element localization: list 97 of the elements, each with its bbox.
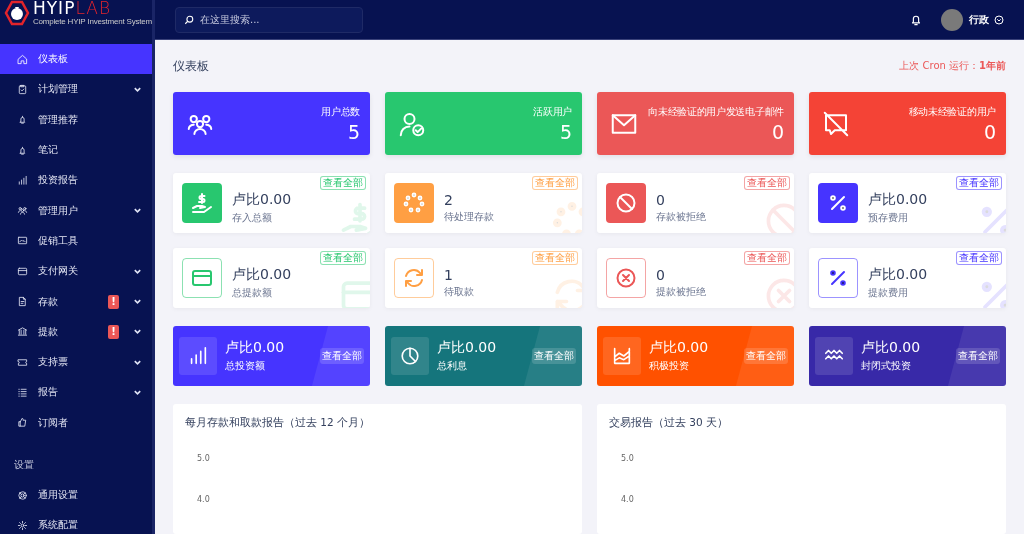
sidebar-item[interactable]: 支持票 (0, 346, 152, 378)
sidebar-item[interactable]: 通用设置 (0, 479, 152, 511)
widget-value: 卢比0.00 (868, 191, 928, 209)
sidebar-item[interactable]: 报告 (0, 377, 152, 408)
widget-value: 卢比0.00 (868, 266, 928, 284)
sidebar-item[interactable]: 管理推荐 (0, 104, 152, 135)
view-all-button[interactable]: 查看全部 (956, 348, 1000, 364)
x-circle-icon (614, 266, 638, 290)
sidebar-item[interactable]: 订阅者 (0, 407, 152, 438)
investment-value: 卢比0.00 (437, 339, 497, 357)
dropdown-icon[interactable] (994, 14, 1004, 25)
widget-value: 卢比0.00 (232, 266, 292, 284)
widget-value: 2 (444, 192, 454, 208)
axis-tick: 5.0 (197, 454, 210, 463)
bank-icon (17, 326, 28, 338)
alert-badge: ! (108, 294, 119, 309)
sidebar-item[interactable]: 支付网关 (0, 256, 152, 287)
sidebar-item[interactable]: 仪表板 (0, 44, 152, 75)
widget-label: 存款被拒绝 (656, 210, 706, 224)
home-icon (17, 53, 28, 65)
investment-label: 总利息 (437, 359, 468, 373)
document-icon (17, 296, 28, 307)
view-all-link[interactable]: 查看全部 (956, 251, 1002, 265)
image-icon (17, 235, 28, 247)
report-title: 交易报告（过去 30 天） (609, 416, 730, 430)
search-field[interactable]: 在这里搜索... (175, 6, 363, 33)
sidebar-item[interactable]: 存款 ! (0, 286, 152, 317)
cron-status: 上次 Cron 运行：1年前 (899, 59, 1006, 73)
stat-value: 5 (347, 123, 360, 142)
widget-label: 提款被拒绝 (656, 285, 706, 299)
spinner-icon (402, 191, 426, 215)
widget-label: 提款费用 (868, 286, 909, 300)
stat-value: 0 (771, 123, 784, 142)
pie-chart-icon (399, 345, 421, 367)
view-all-link[interactable]: 查看全部 (744, 251, 790, 265)
avatar[interactable] (941, 8, 963, 31)
stat-label: 移动未经验证的用户 (908, 105, 996, 119)
investment-value: 卢比0.00 (861, 339, 921, 357)
bell-icon (17, 144, 28, 156)
user-name[interactable]: 行政 (969, 12, 989, 27)
lifebuoy-icon (17, 489, 28, 501)
widget-label: 待取款 (444, 285, 474, 299)
prohibited-icon (614, 191, 638, 215)
widget-value: 0 (656, 192, 666, 208)
stat-card[interactable]: 移动未经验证的用户 0 (809, 92, 1006, 155)
axis-tick: 5.0 (621, 454, 634, 463)
sidebar-item[interactable]: 管理用户 (0, 195, 152, 226)
thumbs-up-icon (17, 417, 28, 429)
gear-icon (17, 519, 28, 531)
widget-label: 存入总额 (232, 211, 273, 225)
sync-icon (402, 266, 426, 290)
stat-card[interactable]: 向未经验证的用户发送电子邮件 0 (597, 92, 794, 155)
alert-badge: ! (108, 324, 119, 339)
axis-tick: 4.0 (197, 495, 210, 504)
widget-label: 总提款额 (232, 286, 273, 300)
widget-value: 1 (444, 267, 454, 283)
logo-icon (4, 0, 30, 26)
ticket-icon (17, 356, 28, 368)
stat-label: 活跃用户 (533, 105, 572, 119)
investment-label: 总投资额 (225, 359, 266, 373)
sidebar-item[interactable]: 投资报告 (0, 165, 152, 196)
sidebar-item[interactable]: 笔记 (0, 134, 152, 166)
investment-label: 封闭式投资 (861, 359, 912, 373)
axis-tick: 4.0 (621, 495, 634, 504)
bar-chart-icon (17, 174, 28, 186)
widget-label: 预存费用 (868, 211, 909, 225)
sidebar-item[interactable]: 系统配置 (0, 510, 152, 534)
card-icon (17, 265, 28, 277)
area-chart-icon (611, 345, 633, 367)
view-all-button[interactable]: 查看全部 (320, 348, 364, 364)
page-title: 仪表板 (173, 57, 209, 75)
stat-label: 用户总数 (321, 105, 360, 119)
view-all-link[interactable]: 查看全部 (744, 176, 790, 190)
widget-value: 卢比0.00 (232, 191, 292, 209)
sidebar-item[interactable]: 促销工具 (0, 225, 152, 257)
view-all-link[interactable]: 查看全部 (956, 176, 1002, 190)
investment-value: 卢比0.00 (649, 339, 709, 357)
logo-text: HYIPLAB (32, 0, 112, 17)
money-hand-icon (190, 191, 214, 215)
investment-label: 积极投资 (649, 359, 690, 373)
sidebar-item[interactable]: 计划管理 (0, 74, 152, 105)
bell-icon (17, 114, 28, 126)
stat-value: 0 (983, 123, 996, 142)
sidebar-item[interactable]: 提款 ! (0, 316, 152, 347)
stat-value: 5 (559, 123, 572, 142)
stat-label: 向未经验证的用户发送电子邮件 (648, 105, 784, 119)
report-title: 每月存款和取款报告（过去 12 个月） (185, 416, 372, 430)
view-all-button[interactable]: 查看全部 (532, 348, 576, 364)
logo-tagline: Complete HYIP Investment System (32, 17, 152, 26)
list-icon (17, 386, 28, 398)
widget-label: 待处理存款 (444, 210, 494, 224)
investment-value: 卢比0.00 (225, 339, 285, 357)
clipboard-icon (17, 83, 28, 95)
section-heading: 设置 (13, 457, 35, 472)
widget-value: 0 (656, 267, 666, 283)
search-icon (184, 14, 194, 25)
stat-card[interactable]: 用户总数 5 (173, 92, 370, 155)
